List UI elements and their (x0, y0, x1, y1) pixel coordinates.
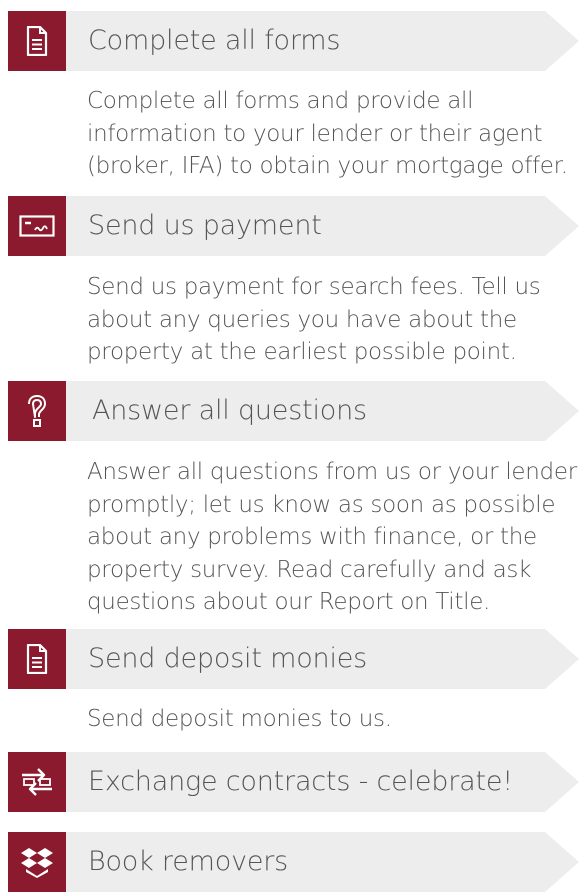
step-title: Answer all questions (92, 395, 367, 426)
step-header-answer-questions: Answer all questions (0, 381, 579, 441)
document-icon (8, 629, 66, 689)
step-title: Book removers (88, 846, 289, 877)
exchange-icon (8, 752, 66, 812)
step-description: Send us payment for search fees. Tell us… (87, 274, 541, 365)
question-mark-icon (8, 381, 66, 441)
step-description: Send deposit monies to us. (87, 706, 392, 732)
step-header-complete-forms: Complete all forms (0, 11, 579, 71)
boxes-icon (8, 832, 66, 892)
step-header-exchange-contracts: Exchange contracts - celebrate! (0, 752, 579, 812)
step-description: Complete all forms and provide all infor… (87, 88, 568, 179)
step-title: Send us payment (88, 210, 322, 241)
cheque-icon (8, 196, 66, 256)
step-header-book-removers: Book removers (0, 832, 579, 892)
step-description: Answer all questions from us or your len… (87, 459, 577, 615)
step-header-send-payment: Send us payment (0, 196, 579, 256)
step-title: Send deposit monies (88, 643, 368, 674)
step-title: Exchange contracts - celebrate! (88, 766, 513, 797)
document-icon (8, 11, 66, 71)
step-title: Complete all forms (88, 25, 341, 56)
step-header-send-deposit: Send deposit monies (0, 629, 579, 689)
